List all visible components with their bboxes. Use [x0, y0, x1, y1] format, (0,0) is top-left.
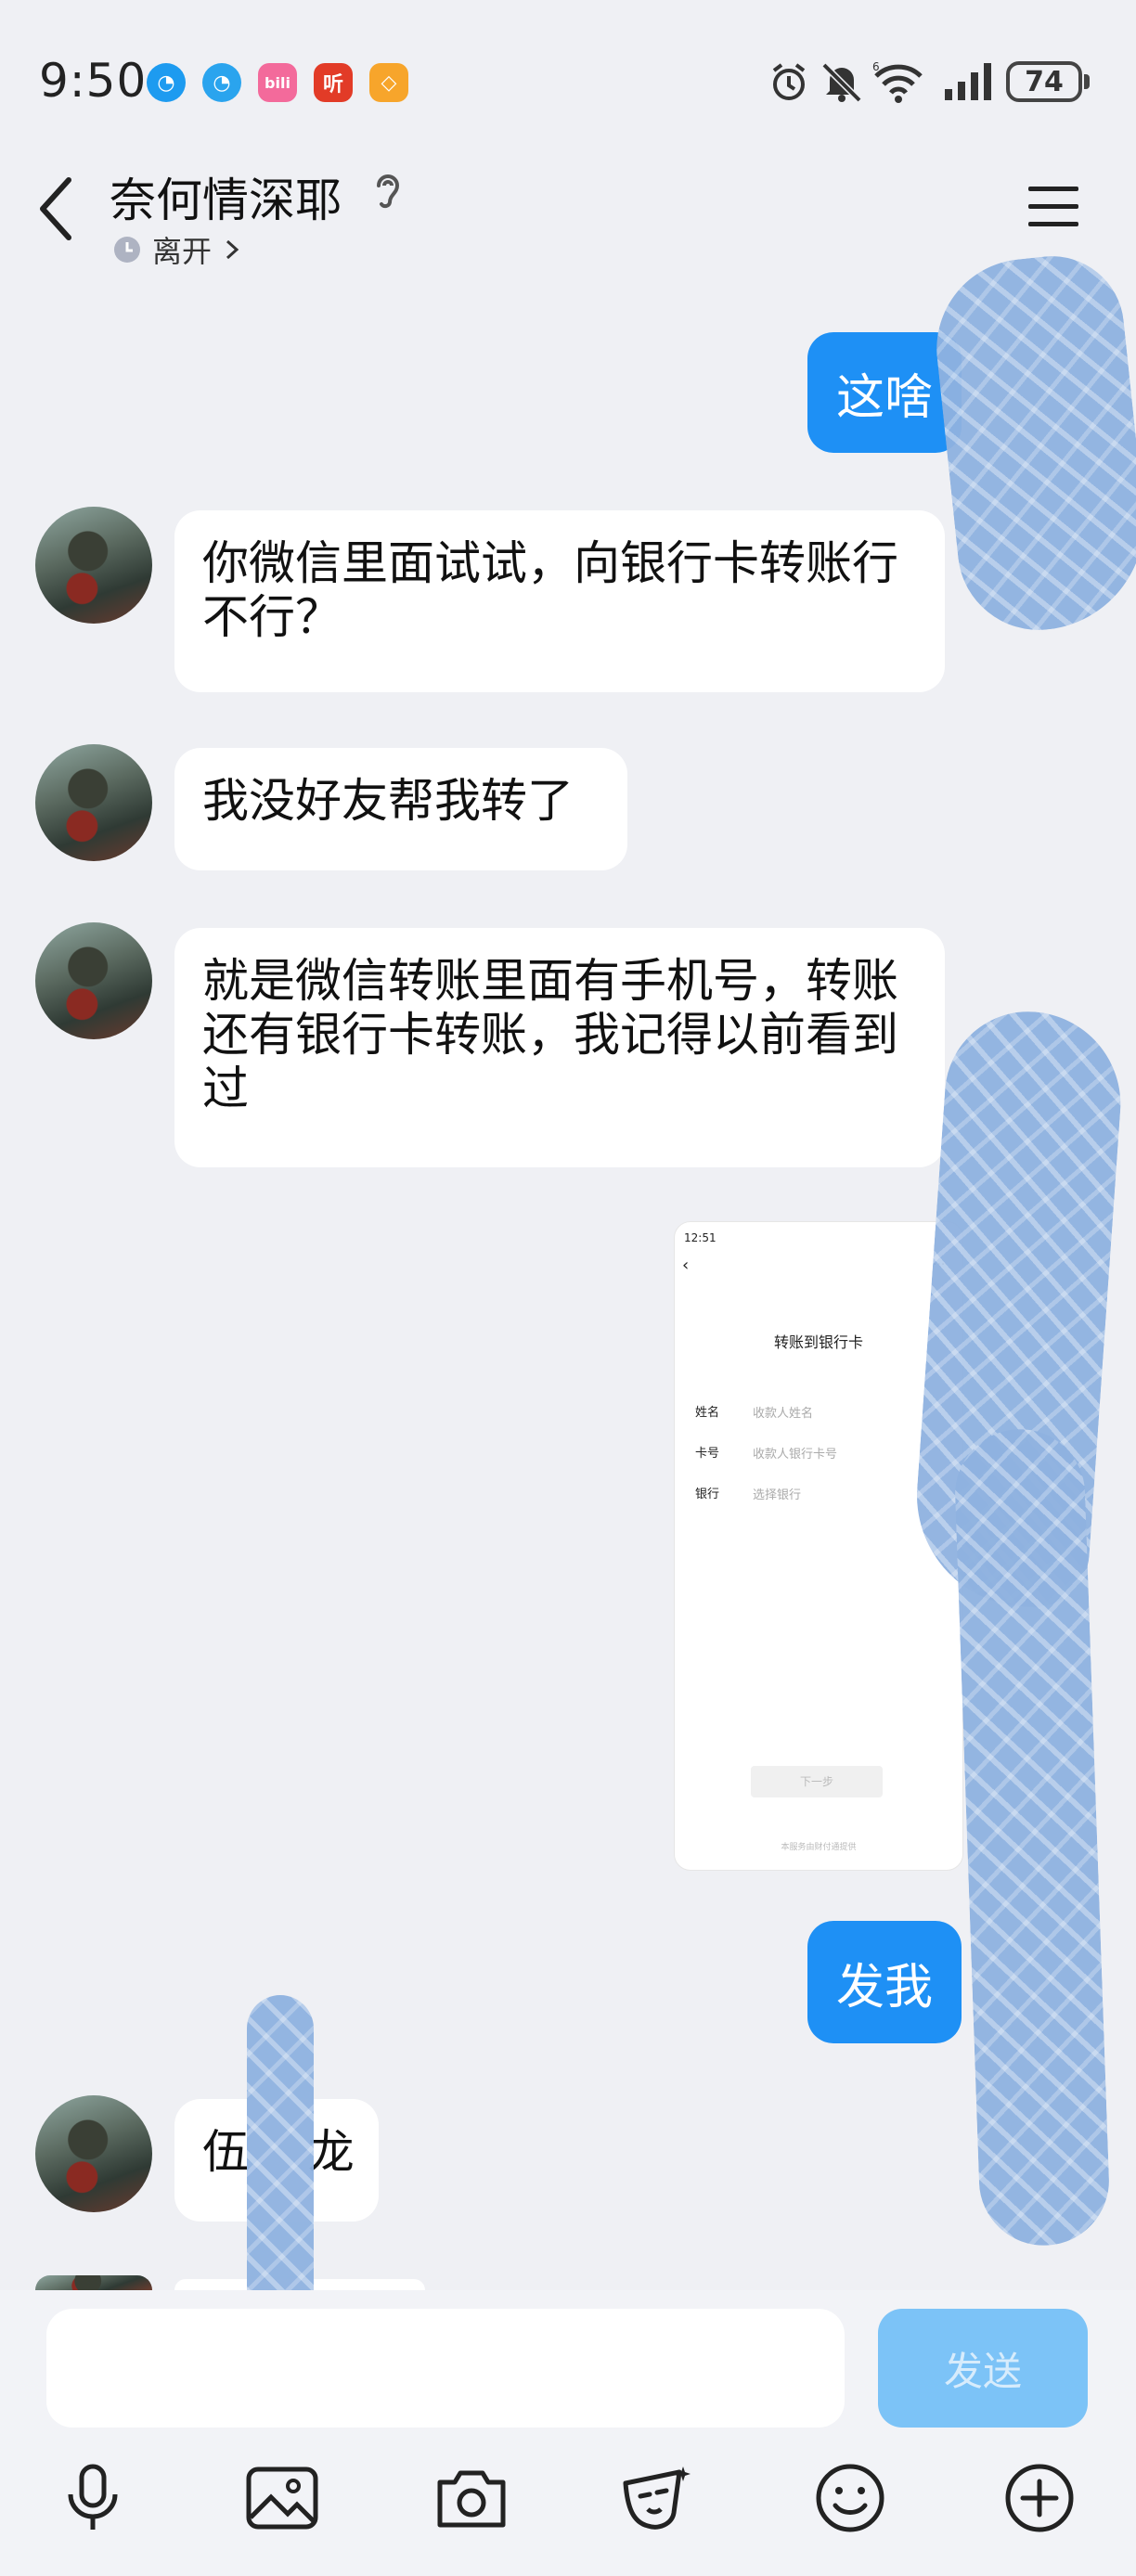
- image-next-button: 下一步: [751, 1766, 883, 1797]
- image-icon: [246, 2467, 318, 2530]
- svg-text:6: 6: [872, 60, 880, 73]
- browser-icon: ◔: [147, 63, 186, 102]
- menu-button[interactable]: [1026, 184, 1080, 230]
- back-button[interactable]: [37, 176, 74, 241]
- clock-icon: [114, 237, 140, 263]
- online-status[interactable]: 离开: [113, 228, 241, 271]
- image-back-icon: ‹: [682, 1256, 690, 1275]
- status-label: 离开: [152, 234, 213, 269]
- sticker-button[interactable]: [620, 2461, 694, 2535]
- image-field-label: 银行: [695, 1488, 720, 1501]
- image-field-placeholder: 收款人姓名: [753, 1407, 814, 1421]
- battery-nub: [1084, 74, 1090, 89]
- image-message[interactable]: 12:51 ‹ ··· 转账到银行卡 姓名 收款人姓名 卡号 收款人银行卡号 银…: [674, 1221, 963, 1871]
- image-time: 12:51: [684, 1231, 716, 1244]
- mask-icon: [623, 2467, 691, 2530]
- chevron-right-icon: [226, 239, 239, 260]
- battery-indicator: 74: [1006, 61, 1082, 102]
- wifi-icon: 6: [872, 58, 924, 106]
- more-button[interactable]: [1002, 2461, 1077, 2535]
- image-field-label: 姓名: [695, 1406, 720, 1420]
- message-input[interactable]: [46, 2309, 845, 2428]
- camera-icon: [437, 2470, 506, 2528]
- mute-icon: [820, 58, 863, 106]
- image-footer: 本服务由财付通提供: [781, 1843, 857, 1852]
- browser-icon-2: ◔: [202, 63, 241, 102]
- send-button[interactable]: 发送: [878, 2309, 1088, 2428]
- plus-circle-icon: [1005, 2464, 1074, 2532]
- message-out[interactable]: 发我: [807, 1921, 962, 2043]
- alarm-icon: [767, 58, 811, 106]
- image-button[interactable]: [245, 2461, 319, 2535]
- image-field-label: 卡号: [695, 1447, 720, 1461]
- smiley-icon: [816, 2464, 884, 2532]
- message-in[interactable]: 你微信里面试试，向银行卡转账行不行？: [174, 510, 945, 692]
- avatar[interactable]: [35, 507, 152, 624]
- app-icon: ◇: [369, 63, 408, 102]
- voice-button[interactable]: [56, 2461, 130, 2535]
- camera-button[interactable]: [434, 2461, 509, 2535]
- status-time: 9:50: [39, 54, 148, 108]
- image-field-placeholder: 收款人银行卡号: [753, 1448, 838, 1462]
- avatar: [35, 2275, 152, 2290]
- hamburger-icon: [1028, 187, 1078, 226]
- redaction-scribble: [927, 249, 1136, 638]
- message-in[interactable]: 我没好友帮我转了: [174, 748, 627, 870]
- listen-icon: 听: [314, 63, 353, 102]
- avatar[interactable]: [35, 744, 152, 861]
- emoji-button[interactable]: [813, 2461, 887, 2535]
- microphone-icon: [68, 2464, 118, 2530]
- ear-icon[interactable]: [369, 169, 407, 217]
- avatar[interactable]: [35, 2095, 152, 2212]
- signal-icon: [943, 58, 995, 106]
- back-arrow-icon: [40, 177, 71, 240]
- chat-title[interactable]: 奈何情深耶: [110, 163, 342, 230]
- image-field-placeholder: 选择银行: [753, 1488, 802, 1502]
- bilibili-icon: bili: [258, 63, 297, 102]
- avatar[interactable]: [35, 922, 152, 1039]
- message-in[interactable]: 就是微信转账里面有手机号，转账还有银行卡转账，我记得以前看到过: [174, 928, 945, 1167]
- image-page-title: 转账到银行卡: [773, 1333, 863, 1351]
